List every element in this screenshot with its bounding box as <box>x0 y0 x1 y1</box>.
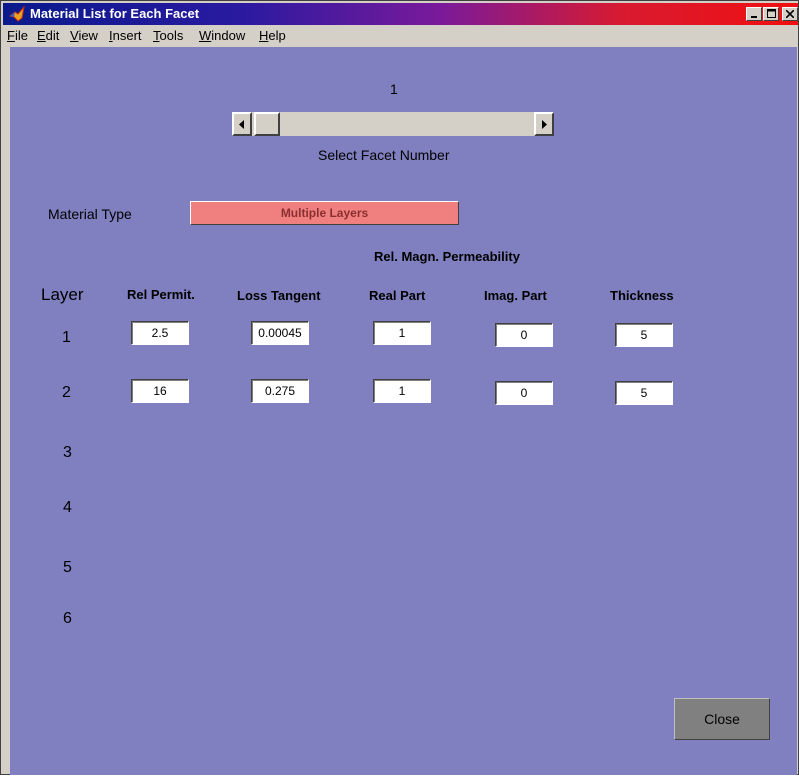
window-title: Material List for Each Facet <box>30 6 200 21</box>
loss-tangent-field[interactable]: 0.00045 <box>251 321 309 345</box>
matlab-logo-icon <box>9 6 25 22</box>
material-type-select[interactable]: Multiple Layers <box>190 201 459 225</box>
real-part-field[interactable]: 1 <box>373 379 431 403</box>
menu-tools[interactable]: Tools <box>153 28 183 43</box>
close-window-button[interactable] <box>782 7 798 21</box>
menu-help[interactable]: Help <box>259 28 286 43</box>
layer-header: Layer <box>41 285 84 304</box>
title-bar[interactable]: Material List for Each Facet <box>3 3 798 25</box>
rel-permit-field[interactable]: 2.5 <box>131 321 189 345</box>
loss-tangent-field[interactable]: 0.275 <box>251 379 309 403</box>
minimize-button[interactable] <box>746 7 762 21</box>
arrow-right-icon <box>542 120 547 129</box>
material-type-label: Material Type <box>48 206 132 222</box>
maximize-button[interactable] <box>763 7 779 21</box>
rel-permit-field[interactable]: 16 <box>131 379 189 403</box>
layer-number: 3 <box>63 444 72 461</box>
figure-window: Material List for Each Facet File Edit V… <box>0 0 799 775</box>
menu-insert[interactable]: Insert <box>109 28 142 43</box>
menu-view[interactable]: View <box>70 28 98 43</box>
loss-tangent-header: Loss Tangent <box>237 288 321 303</box>
layer-number: 5 <box>63 559 72 576</box>
real-part-header: Real Part <box>369 288 426 303</box>
facet-label: Select Facet Number <box>318 147 450 163</box>
thickness-field[interactable]: 5 <box>615 323 673 347</box>
layer-number: 2 <box>62 384 71 401</box>
close-button[interactable]: Close <box>674 698 770 740</box>
menu-file[interactable]: File <box>7 28 28 43</box>
imag-part-field[interactable]: 0 <box>495 323 553 347</box>
imag-part-field[interactable]: 0 <box>495 381 553 405</box>
layer-number: 6 <box>63 610 72 627</box>
close-icon <box>785 9 795 19</box>
slider-right-button[interactable] <box>534 112 554 136</box>
permeability-group-header: Rel. Magn. Permeability <box>374 249 520 264</box>
thickness-header: Thickness <box>610 288 674 303</box>
slider-thumb[interactable] <box>254 112 280 136</box>
layer-number: 4 <box>63 499 72 516</box>
facet-slider[interactable] <box>232 112 554 136</box>
thickness-field[interactable]: 5 <box>615 381 673 405</box>
maximize-icon <box>766 9 776 18</box>
slider-left-button[interactable] <box>232 112 252 136</box>
figure-area: 1 Select Facet Number Material Type Mult… <box>10 47 797 775</box>
arrow-left-icon <box>239 120 244 129</box>
menu-window[interactable]: Window <box>199 28 245 43</box>
menu-edit[interactable]: Edit <box>37 28 59 43</box>
imag-part-header: Imag. Part <box>484 288 547 303</box>
minimize-icon <box>751 16 757 18</box>
rel-permit-header: Rel Permit. <box>127 287 195 302</box>
real-part-field[interactable]: 1 <box>373 321 431 345</box>
facet-number: 1 <box>390 81 398 97</box>
menu-bar: File Edit View Insert Tools Window Help <box>3 25 798 45</box>
layer-number: 1 <box>62 329 71 346</box>
